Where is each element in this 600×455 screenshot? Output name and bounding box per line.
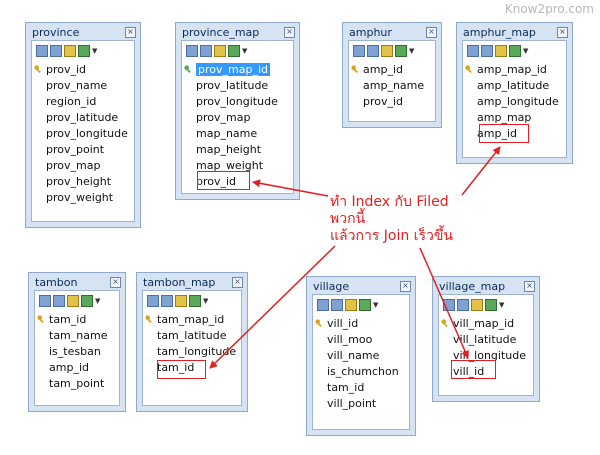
arrow-to-tam-id [209,245,336,369]
arrow-to-prov-id [252,179,329,197]
arrow-to-amp-id [461,146,501,196]
arrows-layer [209,146,501,369]
arrow-to-vill-id [419,247,469,359]
